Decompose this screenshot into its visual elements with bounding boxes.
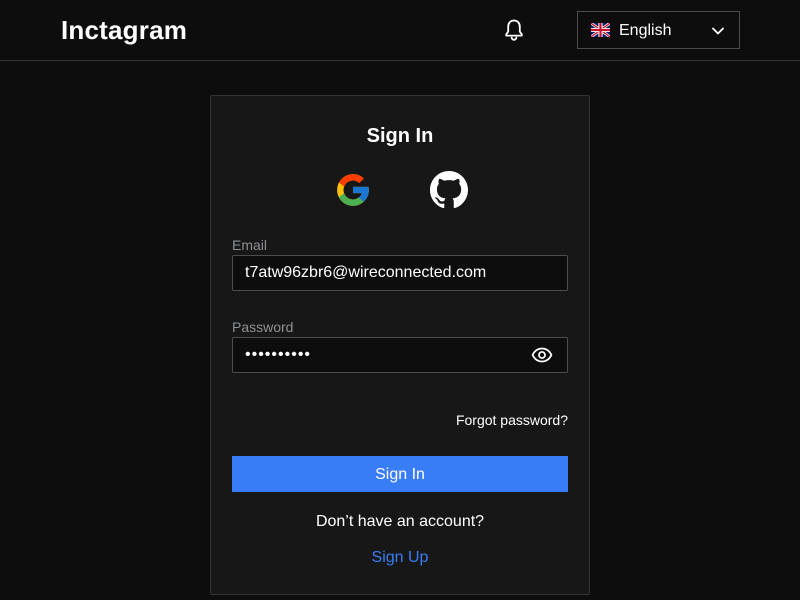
uk-flag-icon [591,23,610,37]
app-logo[interactable]: Inctagram [61,14,187,46]
no-account-text: Don’t have an account? [315,513,485,530]
signin-card: Sign In Email Password Forgot password? … [210,95,590,595]
email-field-container [232,255,568,291]
password-field[interactable] [233,338,567,372]
google-signin-button[interactable] [334,171,372,209]
eye-icon[interactable] [531,346,553,364]
email-field[interactable] [233,256,567,290]
bell-icon[interactable] [503,18,525,42]
page-title: Sign In [366,125,434,147]
app-header: Inctagram English [0,0,800,61]
github-signin-button[interactable] [430,171,468,209]
forgot-password-link[interactable]: Forgot password? [456,411,568,429]
password-label: Password [232,319,294,335]
email-label: Email [232,237,268,253]
language-select[interactable]: English [577,11,740,49]
language-label: English [619,22,672,39]
chevron-down-icon [712,27,724,35]
google-icon [337,174,369,206]
signin-submit-button[interactable]: Sign In [232,456,568,492]
github-icon [430,171,468,209]
bell-icon-graphic [505,19,523,41]
signup-link[interactable]: Sign Up [211,548,589,568]
password-field-container [232,337,568,373]
